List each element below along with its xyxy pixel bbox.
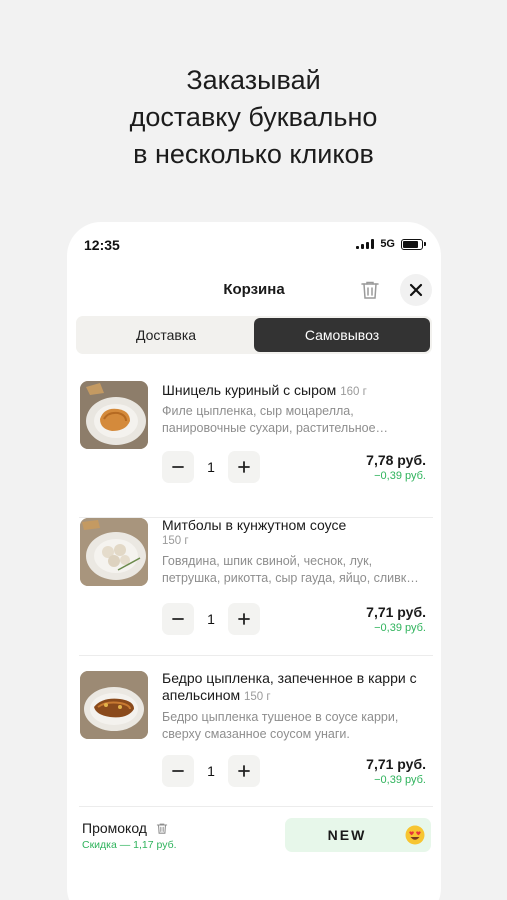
decrease-button[interactable] <box>162 755 194 787</box>
item-photo <box>80 518 148 586</box>
headline-line-1: Заказывай <box>186 65 321 95</box>
close-icon <box>409 283 423 297</box>
item-discount: −0,39 руб. <box>374 622 426 634</box>
promo-headline: Заказывай доставку буквально в несколько… <box>0 62 507 173</box>
item-weight: 150 г <box>244 691 271 703</box>
decrease-button[interactable] <box>162 451 194 483</box>
item-photo <box>80 671 148 739</box>
minus-icon <box>172 466 184 468</box>
quantity-value: 1 <box>207 611 215 627</box>
quantity-stepper: 1 <box>162 603 260 635</box>
status-indicators: 5G <box>356 238 426 250</box>
quantity-stepper: 1 <box>162 755 260 787</box>
minus-icon <box>172 770 184 772</box>
cart-header: Корзина <box>67 270 441 310</box>
plus-icon <box>238 461 250 473</box>
page-title: Корзина <box>223 281 285 298</box>
item-name: Митболы в кунжутном соусе <box>162 517 347 533</box>
plus-icon <box>238 765 250 777</box>
item-discount: −0,39 руб. <box>374 470 426 482</box>
headline-line-3: в несколько кликов <box>133 139 374 169</box>
network-type: 5G <box>380 238 395 250</box>
item-price: 7,71 руб. <box>366 604 426 620</box>
clear-cart-button[interactable] <box>358 278 382 302</box>
cart-item: Митболы в кунжутном соусе 150 г Говядина… <box>67 517 441 656</box>
increase-button[interactable] <box>228 451 260 483</box>
trash-icon <box>361 281 379 299</box>
quantity-stepper: 1 <box>162 451 260 483</box>
cart-item: Бедро цыпленка, запеченное в карри с апе… <box>67 670 441 807</box>
item-name: Шницель куриный с сыром 160 г <box>162 382 367 398</box>
item-description: Бедро цыпленка тушеное в соусе карри, св… <box>162 710 399 741</box>
quantity-value: 1 <box>207 459 215 475</box>
item-photo <box>80 381 148 449</box>
divider <box>79 655 433 656</box>
battery-icon <box>401 238 426 250</box>
promo-code-value: NEW <box>327 827 367 843</box>
divider <box>79 806 433 807</box>
promo-code-field[interactable]: NEW <box>285 818 431 852</box>
promo-label: Промокод <box>82 820 147 836</box>
item-price: 7,71 руб. <box>366 756 426 772</box>
promo-discount: Скидка — 1,17 руб. <box>82 839 177 851</box>
item-description: Говядина, шпик свиной, чеснок, лук, петр… <box>162 554 419 585</box>
headline-line-2: доставку буквально <box>129 102 378 132</box>
item-price: 7,78 руб. <box>366 452 426 468</box>
quantity-value: 1 <box>207 763 215 779</box>
item-weight: 160 г <box>340 386 367 398</box>
heart-eyes-emoji-icon <box>405 825 425 845</box>
promo-label-row: Промокод <box>82 820 169 836</box>
item-discount: −0,39 руб. <box>374 774 426 786</box>
status-time: 12:35 <box>84 237 120 253</box>
trash-icon <box>156 823 168 834</box>
close-button[interactable] <box>400 274 432 306</box>
delivery-mode-tabs: Доставка Самовывоз <box>76 316 432 354</box>
tab-delivery[interactable]: Доставка <box>78 318 254 352</box>
promo-section: Промокод Скидка — 1,17 руб. NEW <box>67 814 441 864</box>
status-bar: 12:35 5G <box>67 222 441 268</box>
minus-icon <box>172 618 184 620</box>
signal-icon <box>356 239 375 249</box>
cart-item: Шницель куриный с сыром 160 г Филе цыпле… <box>67 381 441 518</box>
item-description: Филе цыпленка, сыр моцарелла, панировочн… <box>162 404 389 435</box>
plus-icon <box>238 613 250 625</box>
remove-promo-button[interactable] <box>155 821 169 836</box>
item-weight: 150 г <box>162 535 189 547</box>
phone-screen: 12:35 5G Корзина Доставка Самовывоз Шниц… <box>67 222 441 900</box>
increase-button[interactable] <box>228 603 260 635</box>
tab-pickup[interactable]: Самовывоз <box>254 318 430 352</box>
decrease-button[interactable] <box>162 603 194 635</box>
item-name: Бедро цыпленка, запеченное в карри с апе… <box>162 670 417 703</box>
increase-button[interactable] <box>228 755 260 787</box>
